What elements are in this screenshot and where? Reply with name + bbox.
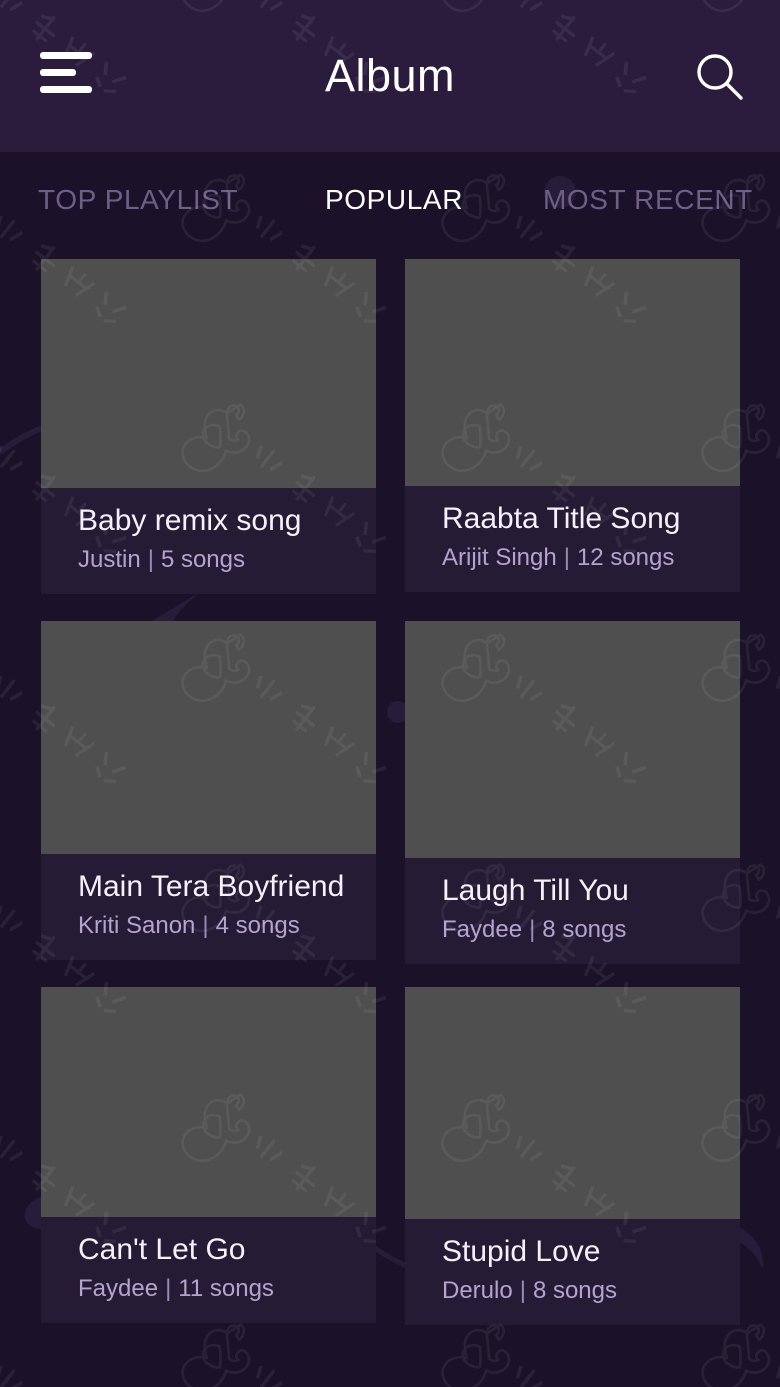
album-card[interactable]: Main Tera Boyfriend Kriti Sanon | 4 songs [41, 621, 376, 960]
album-artist: Kriti Sanon [78, 912, 196, 939]
album-subtitle: Arijit Singh | 12 songs [442, 542, 740, 574]
album-thumbnail [41, 259, 376, 488]
separator: | [529, 916, 536, 943]
album-subtitle: Kriti Sanon | 4 songs [78, 910, 376, 942]
page-title: Album [324, 50, 456, 101]
album-meta: Raabta Title Song Arijit Singh | 12 songs [405, 486, 740, 592]
separator: | [147, 546, 154, 573]
album-artist: Justin [78, 546, 141, 573]
album-card[interactable]: Raabta Title Song Arijit Singh | 12 songs [405, 259, 740, 592]
album-card[interactable]: Can't Let Go Faydee | 11 songs [41, 987, 376, 1323]
album-subtitle: Faydee | 8 songs [442, 914, 740, 946]
app-header: Album [0, 0, 780, 152]
tab-top-playlist[interactable]: TOP PLAYLIST [38, 182, 238, 218]
album-thumbnail [405, 259, 740, 486]
album-artist: Faydee [78, 1275, 159, 1302]
separator: | [202, 912, 209, 939]
tab-popular[interactable]: POPULAR [325, 182, 463, 218]
album-title: Laugh Till You [442, 874, 629, 907]
search-icon[interactable] [693, 50, 747, 104]
album-meta: Laugh Till You Faydee | 8 songs [405, 858, 740, 964]
album-subtitle: Derulo | 8 songs [442, 1275, 740, 1307]
album-song-count: 4 songs [215, 912, 300, 939]
album-card[interactable]: Laugh Till You Faydee | 8 songs [405, 621, 740, 964]
album-artist: Faydee [442, 916, 523, 943]
album-meta: Stupid Love Derulo | 8 songs [405, 1219, 740, 1325]
album-meta: Main Tera Boyfriend Kriti Sanon | 4 songs [41, 854, 376, 960]
separator: | [165, 1275, 172, 1302]
album-song-count: 11 songs [178, 1275, 274, 1302]
album-song-count: 8 songs [542, 916, 627, 943]
separator: | [563, 544, 570, 571]
album-card[interactable]: Stupid Love Derulo | 8 songs [405, 987, 740, 1325]
album-subtitle: Faydee | 11 songs [78, 1273, 376, 1305]
album-title: Baby remix song [78, 504, 302, 537]
album-song-count: 5 songs [160, 546, 245, 573]
tab-most-recent[interactable]: MOST RECENT [543, 182, 753, 218]
album-thumbnail [405, 621, 740, 858]
album-song-count: 8 songs [532, 1277, 617, 1304]
album-title: Raabta Title Song [442, 502, 681, 535]
album-title: Stupid Love [442, 1235, 601, 1268]
album-meta: Baby remix song Justin | 5 songs [41, 488, 376, 594]
separator: | [519, 1277, 526, 1304]
album-screen: Album TOP PLAYLIST POPULAR MOST RECENT B… [0, 0, 780, 1387]
album-thumbnail [41, 621, 376, 854]
album-title: Can't Let Go [78, 1233, 246, 1266]
album-subtitle: Justin | 5 songs [78, 544, 376, 576]
tab-bar: TOP PLAYLIST POPULAR MOST RECENT [0, 152, 780, 260]
album-meta: Can't Let Go Faydee | 11 songs [41, 1217, 376, 1323]
album-song-count: 12 songs [576, 544, 675, 571]
album-thumbnail [41, 987, 376, 1217]
album-artist: Derulo [442, 1277, 513, 1304]
album-thumbnail [405, 987, 740, 1219]
album-artist: Arijit Singh [442, 544, 557, 571]
album-title: Main Tera Boyfriend [78, 870, 345, 903]
album-card[interactable]: Baby remix song Justin | 5 songs [41, 259, 376, 594]
